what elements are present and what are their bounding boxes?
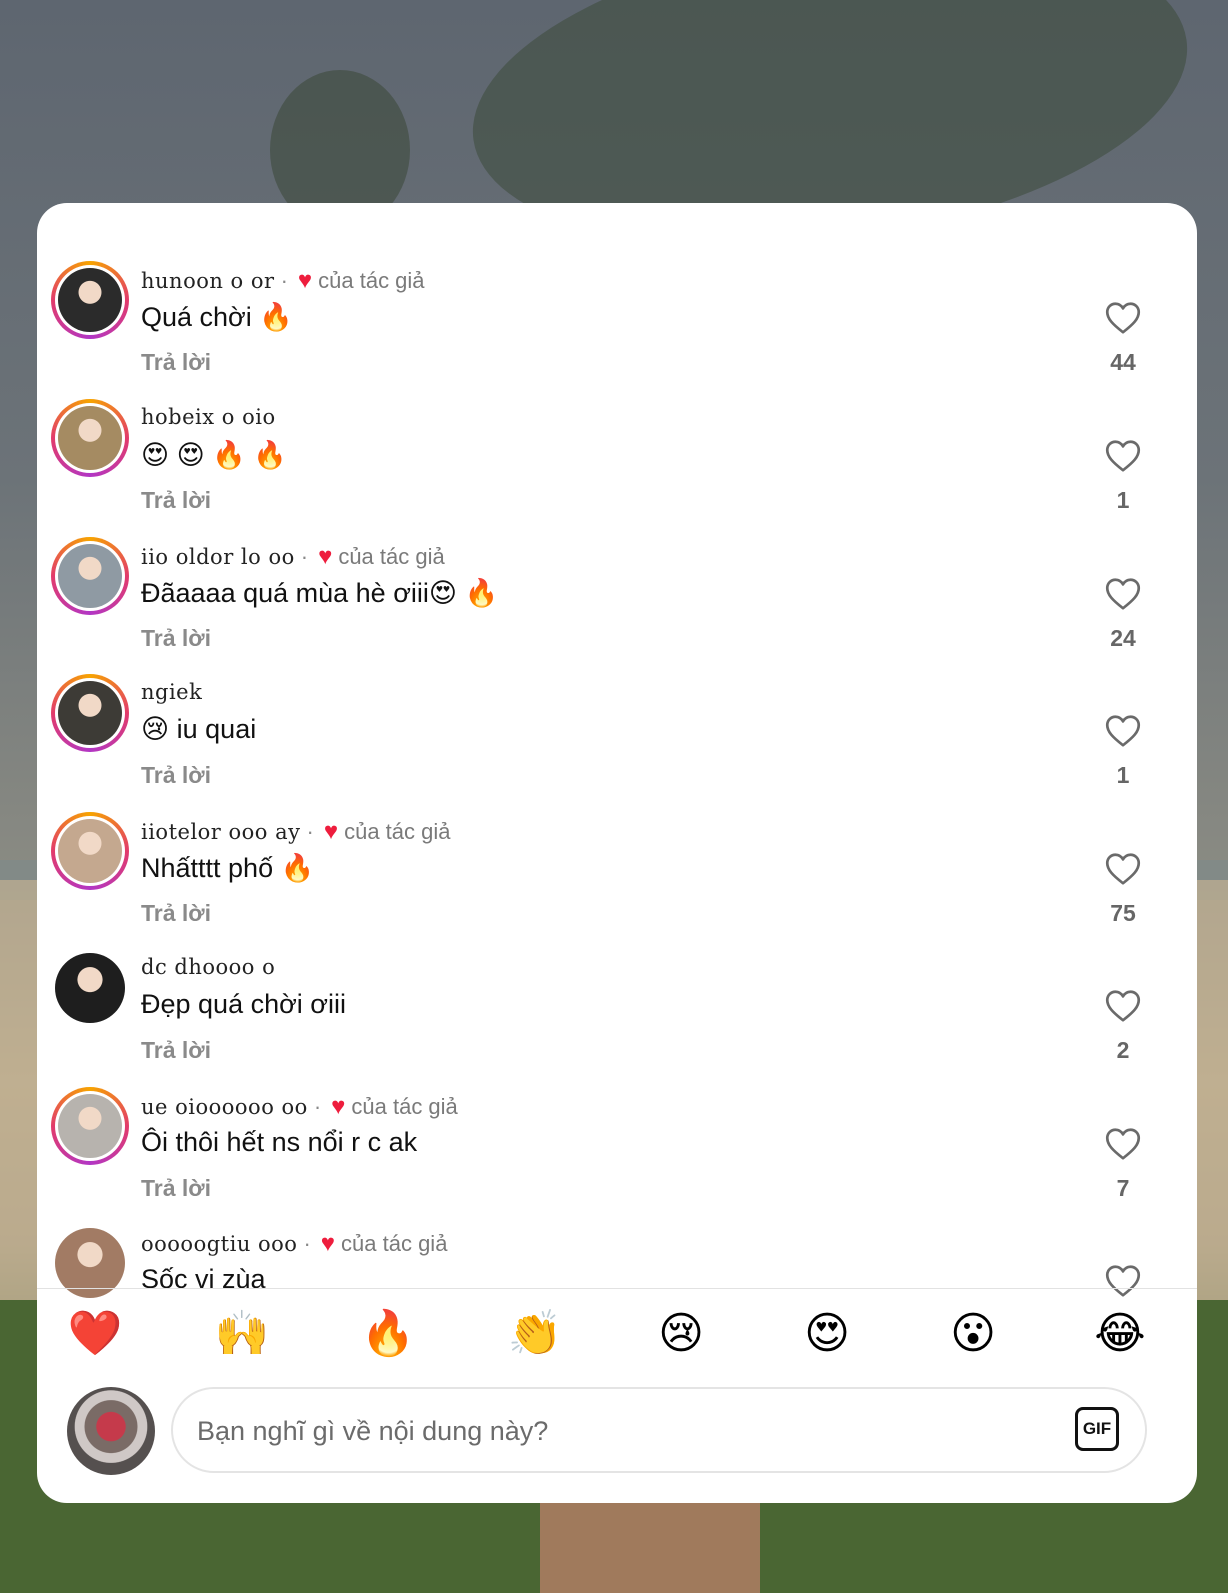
avatar-border (55, 1091, 125, 1161)
separator-dot: · (313, 1094, 322, 1119)
separator-dot: · (306, 819, 314, 844)
reaction-emoji-button[interactable]: ❤️ (65, 1303, 125, 1365)
reaction-emoji-button[interactable]: 🙌 (212, 1303, 272, 1365)
heart-outline-icon[interactable] (1105, 301, 1141, 335)
heart-icon: ♥ (318, 543, 333, 570)
avatar-image (58, 268, 122, 332)
username[interactable]: iio oldor lo oo (141, 545, 295, 569)
avatar-border (55, 265, 125, 335)
avatar[interactable] (51, 812, 129, 890)
gif-button[interactable]: GIF (1075, 1407, 1119, 1451)
author-liked-label: của tác giả (338, 544, 445, 569)
comment-header: ooooogtiu ooo · ♥ của tác giả (141, 1230, 447, 1258)
avatar-border (55, 953, 125, 1023)
avatar[interactable] (51, 399, 129, 477)
username[interactable]: dc dhoooo o (141, 955, 275, 979)
comment-text: Quá chời 🔥 (141, 302, 293, 332)
author-liked-label: của tác giả (344, 819, 451, 844)
reaction-emoji-button[interactable]: 😢 (651, 1303, 711, 1365)
comment-text: Nhấtttt phố 🔥 (141, 853, 315, 883)
author-liked-label: của tác giả (341, 1231, 448, 1256)
separator-dot: · (300, 544, 309, 569)
avatar-border (55, 678, 125, 748)
comment-text: Đẹp quá chời ơiii (141, 989, 347, 1019)
heart-icon: ♥ (323, 818, 339, 845)
comment-text: 😍 😍 🔥 🔥 (141, 440, 288, 470)
username[interactable]: ue oioooooo oo (141, 1095, 308, 1119)
heart-outline-icon[interactable] (1105, 989, 1141, 1023)
comment-item: hobeix o oio 😍 😍 🔥 🔥 Trả lời 1 (37, 353, 1197, 513)
comment-list[interactable]: hunoon o or · ♥ của tác giả Quá chời 🔥 Trả… (37, 203, 1197, 1306)
heart-outline-icon[interactable] (1105, 439, 1141, 473)
comment-header: iiotelor ooo ay · ♥ của tác giả (141, 818, 451, 846)
avatar[interactable] (51, 1224, 129, 1302)
avatar-image (58, 406, 122, 470)
comment-item: iiotelor ooo ay · ♥ của tác giả Nhấtttt ph… (37, 766, 1197, 926)
reaction-emoji-button[interactable]: 👏 (505, 1303, 565, 1365)
username[interactable]: ooooogtiu ooo (141, 1232, 297, 1256)
comment-header: ngiek (141, 680, 202, 704)
comment-item: ue oioooooo oo · ♥ của tác giả Ôi thôi hết… (37, 1041, 1197, 1201)
avatar[interactable] (51, 537, 129, 615)
avatar-image (58, 1094, 122, 1158)
avatar-image (55, 953, 125, 1023)
username[interactable]: ngiek (141, 680, 202, 704)
heart-outline-icon[interactable] (1105, 1264, 1141, 1298)
avatar-image (58, 819, 122, 883)
comment-text: Sốc vi zùa (141, 1264, 266, 1294)
heart-outline-icon[interactable] (1105, 714, 1141, 748)
comment-item: iio oldor lo oo · ♥ của tác giả Đãaaaa quá… (37, 491, 1197, 651)
reaction-emoji-button[interactable]: 😮 (943, 1303, 1003, 1365)
reaction-emoji-button[interactable]: 🔥 (358, 1303, 418, 1365)
comment-item: dc dhoooo o Đẹp quá chời ơiii Trả lời 2 (37, 903, 1197, 1063)
avatar-border (55, 541, 125, 611)
avatar-border (55, 403, 125, 473)
heart-icon: ♥ (320, 1230, 336, 1257)
avatar-border (55, 816, 125, 886)
heart-icon: ♥ (297, 267, 313, 294)
separator-dot: · (280, 268, 288, 293)
username[interactable]: iiotelor ooo ay (141, 820, 301, 844)
reaction-emoji-button[interactable]: 😂 (1090, 1303, 1150, 1365)
avatar[interactable] (51, 1087, 129, 1165)
heart-outline-icon[interactable] (1105, 577, 1141, 611)
comment-item: hunoon o or · ♥ của tác giả Quá chời 🔥 Trả… (37, 215, 1197, 375)
username[interactable]: hunoon o or (141, 269, 275, 293)
comments-panel: hunoon o or · ♥ của tác giả Quá chời 🔥 Trả… (37, 203, 1197, 1503)
avatar[interactable] (51, 261, 129, 339)
comment-text: Ôi thôi hết ns nổi r c ak (141, 1127, 418, 1157)
comment-input-container[interactable]: GIF (171, 1387, 1147, 1473)
author-liked-label: của tác giả (351, 1094, 458, 1119)
avatar[interactable] (51, 674, 129, 752)
author-liked-label: của tác giả (318, 268, 425, 293)
divider (37, 1288, 1197, 1289)
comment-header: hobeix o oio (141, 405, 276, 429)
comment-header: ue oioooooo oo · ♥ của tác giả (141, 1093, 458, 1121)
heart-outline-icon[interactable] (1105, 852, 1141, 886)
separator-dot: · (303, 1231, 311, 1256)
avatar[interactable] (51, 949, 129, 1027)
heart-icon: ♥ (331, 1093, 346, 1120)
reaction-bar: ❤️ 🙌 🔥 👏 😢 😍 😮 😂 (37, 1303, 1197, 1365)
heart-outline-icon[interactable] (1105, 1127, 1141, 1161)
comment-input[interactable] (197, 1409, 1057, 1453)
username[interactable]: hobeix o oio (141, 405, 276, 429)
comment-header: hunoon o or · ♥ của tác giả (141, 267, 425, 295)
comment-text: 😢 iu quai (141, 714, 257, 744)
avatar-image (58, 544, 122, 608)
comment-header: iio oldor lo oo · ♥ của tác giả (141, 543, 445, 571)
reaction-emoji-button[interactable]: 😍 (797, 1303, 857, 1365)
avatar[interactable] (67, 1387, 155, 1475)
comment-item: ooooogtiu ooo · ♥ của tác giả Sốc vi zùa (37, 1178, 1197, 1306)
avatar-image (58, 681, 122, 745)
comment-header: dc dhoooo o (141, 955, 275, 979)
comment-text: Đãaaaa quá mùa hè ơiii😍 🔥 (141, 578, 499, 608)
comment-item: ngiek 😢 iu quai Trả lời 1 (37, 628, 1197, 788)
comment-composer: GIF (37, 1383, 1197, 1483)
